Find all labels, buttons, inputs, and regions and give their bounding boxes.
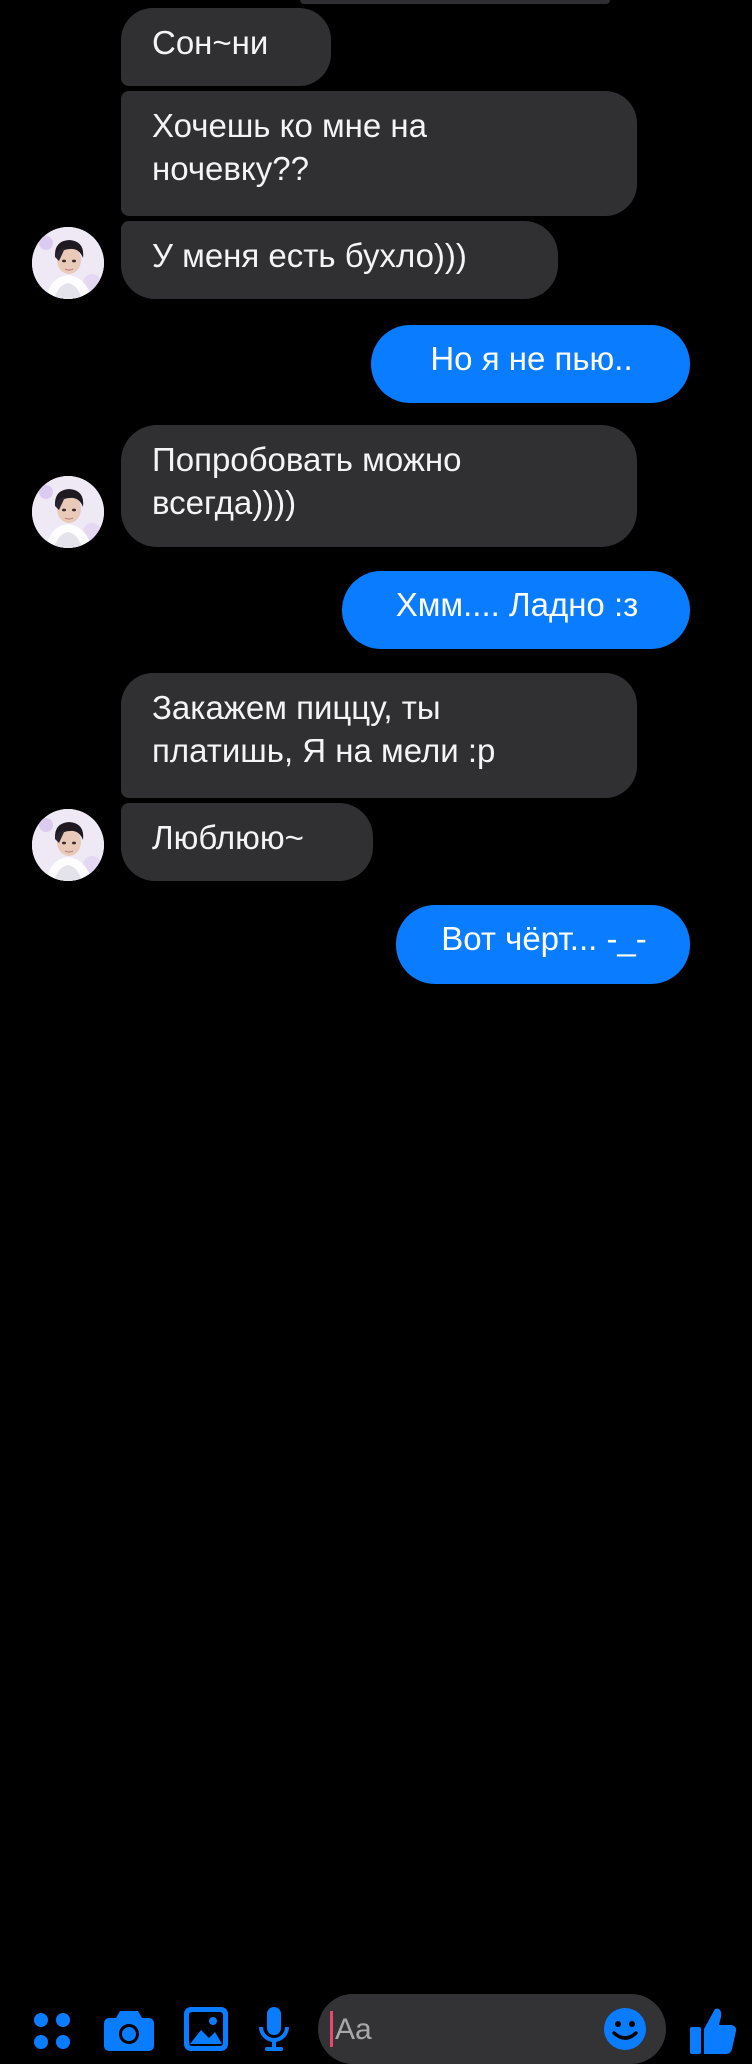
previous-message-edge: [300, 0, 610, 4]
message-input[interactable]: Aa: [318, 1994, 666, 2064]
message-incoming[interactable]: Попробовать можно всегда)))): [121, 425, 637, 547]
message-incoming[interactable]: Люблюю~: [121, 803, 373, 881]
contact-avatar[interactable]: [32, 227, 104, 299]
contact-avatar[interactable]: [32, 476, 104, 548]
microphone-icon[interactable]: [258, 2005, 290, 2055]
avatar-photo: [32, 476, 104, 548]
message-incoming[interactable]: Закажем пиццу, ты платишь, Я на мели :р: [121, 673, 637, 798]
composer-bar: Aa: [0, 995, 752, 2064]
thumbs-up-icon[interactable]: [688, 2005, 738, 2057]
message-outgoing[interactable]: Вот чёрт... -_-: [396, 905, 690, 984]
avatar-photo: [32, 227, 104, 299]
camera-icon[interactable]: [103, 2007, 155, 2053]
message-thread[interactable]: Сон~ни Хочешь ко мне на ночевку?? У меня…: [0, 0, 752, 995]
message-input-placeholder: Aa: [335, 2013, 372, 2046]
avatar-photo: [32, 809, 104, 881]
contact-avatar[interactable]: [32, 809, 104, 881]
message-outgoing[interactable]: Но я не пью..: [371, 325, 690, 403]
message-incoming[interactable]: Сон~ни: [121, 8, 331, 86]
message-incoming[interactable]: Хочешь ко мне на ночевку??: [121, 91, 637, 216]
text-cursor: [330, 2011, 333, 2047]
message-outgoing[interactable]: Хмм.... Ладно :з: [342, 571, 690, 649]
gallery-icon[interactable]: [183, 2006, 229, 2052]
message-incoming[interactable]: У меня есть бухло))): [121, 221, 558, 299]
apps-icon[interactable]: [32, 2011, 72, 2051]
emoji-icon[interactable]: [602, 2006, 648, 2052]
